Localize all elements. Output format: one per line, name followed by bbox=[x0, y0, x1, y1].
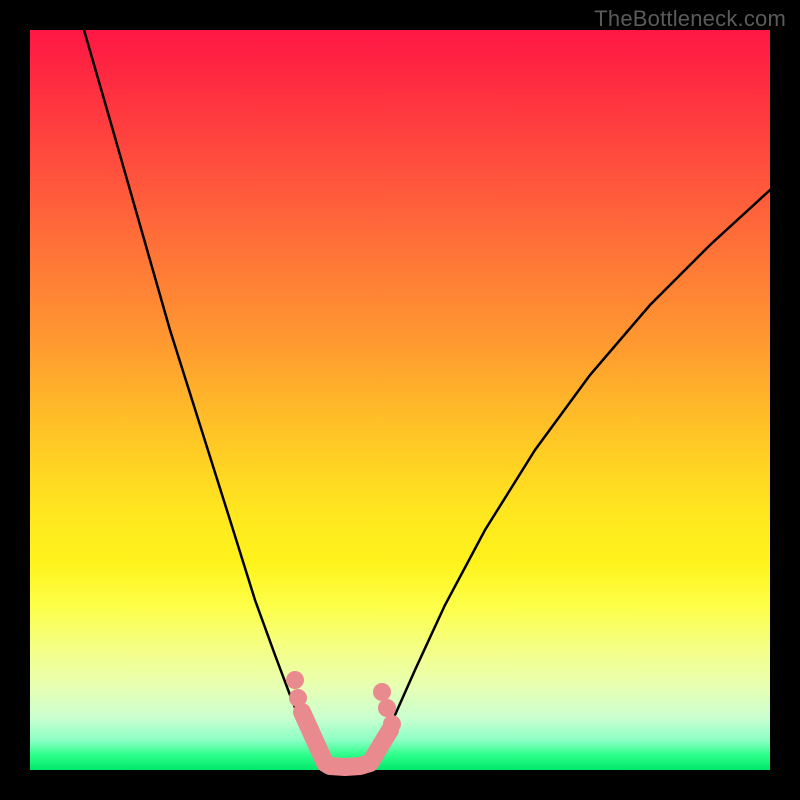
plot-area bbox=[30, 30, 770, 770]
watermark-text: TheBottleneck.com bbox=[594, 6, 786, 32]
data-marker bbox=[383, 715, 401, 733]
data-marker bbox=[373, 683, 391, 701]
floor-segment bbox=[302, 712, 390, 767]
data-marker bbox=[286, 671, 304, 689]
data-marker bbox=[378, 699, 396, 717]
right-curve bbox=[370, 190, 770, 763]
chart-svg bbox=[30, 30, 770, 770]
left-curve bbox=[84, 30, 325, 763]
data-marker bbox=[289, 689, 307, 707]
